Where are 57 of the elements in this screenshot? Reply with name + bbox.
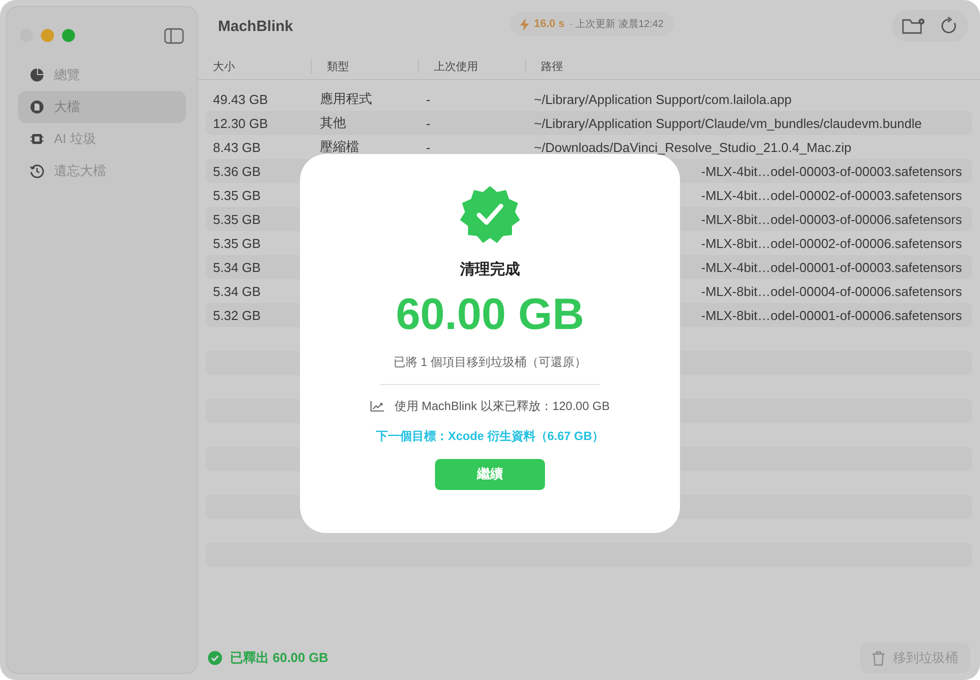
table-cell: ~/Downloads/DaVinci_Resolve_Studio_21.0.4_Mac.zip — [534, 140, 852, 154]
history-icon — [30, 164, 44, 178]
scan-duration: 16.0 s — [534, 18, 565, 30]
table-cell-text: 5.34 GB — [212, 260, 262, 274]
folder-gear-icon[interactable] — [902, 17, 926, 35]
table-cell: 應用程式 — [320, 91, 372, 106]
check-circle-icon — [208, 651, 222, 665]
column-header[interactable]: 大小 — [198, 58, 311, 74]
table-cell: ~/Library/Application Support/Claude/vm_bundles/claudevm.bundle — [534, 116, 922, 130]
table-cell-text: 49.43 GB — [212, 92, 269, 106]
trash-icon — [872, 650, 885, 666]
chip-icon — [30, 132, 44, 146]
verified-badge-icon — [460, 184, 520, 244]
table-cell: - — [426, 92, 430, 106]
table-cell-text: 5.35 GB — [212, 188, 262, 202]
table-cell-text: 5.36 GB — [212, 164, 262, 178]
table-cell: ~/Library/Application Support/com.lailola.app — [534, 92, 792, 106]
pie-chart-icon — [30, 68, 44, 82]
sidebar-item[interactable]: AI 垃圾 — [18, 123, 186, 155]
window-title: MachBlink — [218, 18, 294, 34]
freed-amount: 60.00 GB — [396, 289, 584, 341]
continue-button[interactable]: 繼續 — [435, 458, 545, 490]
dialog-title: 清理完成 — [460, 260, 520, 279]
column-header[interactable]: 上次使用 — [418, 58, 525, 74]
table-cell: -MLX-4bit…odel-00002-of-00003.safetensors — [701, 188, 962, 202]
last-updated: · 上次更新 凌晨12:42 — [570, 18, 664, 31]
sidebar-item[interactable]: 遺忘大檔 — [18, 155, 186, 187]
table-cell-text: 5.34 GB — [212, 284, 262, 298]
column-header[interactable]: 路徑 — [525, 58, 980, 74]
table-cell: -MLX-8bit…odel-00003-of-00006.safetensors — [701, 212, 962, 226]
freed-summary: 已釋出 60.00 GB — [230, 649, 328, 667]
table-cell-text: 12.30 GB — [212, 116, 269, 130]
table-cell: -MLX-4bit…odel-00001-of-00003.safetensors — [701, 260, 962, 274]
dialog-message: 已將 1 個項目移到垃圾桶（可還原） — [393, 354, 587, 371]
table-cell: -MLX-8bit…odel-00004-of-00006.safetensors — [701, 284, 962, 298]
trend-chart-icon — [370, 400, 384, 412]
table-cell-text: 5.35 GB — [212, 236, 262, 250]
lightning-icon — [520, 18, 529, 30]
table-cell: 壓縮檔 — [320, 139, 359, 154]
table-cell: -MLX-8bit…odel-00001-of-00006.safetensors — [701, 308, 962, 322]
table-cell: -MLX-4bit…odel-00003-of-00003.safetensors — [701, 164, 962, 178]
column-header[interactable]: 類型 — [311, 58, 418, 74]
sidebar-item[interactable]: 大檔 — [18, 91, 186, 123]
table-cell: - — [426, 116, 430, 130]
table-cell-text: 5.35 GB — [212, 212, 262, 226]
sidebar-toggle-icon[interactable] — [164, 28, 184, 44]
sidebar-item[interactable]: 總覽 — [18, 59, 186, 91]
refresh-icon[interactable] — [940, 17, 958, 35]
document-icon — [30, 100, 44, 114]
zoom-button[interactable] — [62, 29, 75, 42]
table-cell-text: 5.32 GB — [212, 308, 262, 322]
table-cell: 其他 — [320, 115, 346, 130]
table-cell: - — [426, 140, 430, 154]
table-cell: -MLX-8bit…odel-00002-of-00006.safetensors — [701, 236, 962, 250]
next-target-link[interactable]: 下一個目標：Xcode 衍生資料（6.67 GB） — [376, 428, 604, 445]
lifetime-total: 使用 MachBlink 以來已釋放：120.00 GB — [394, 398, 610, 415]
table-cell-text: 8.43 GB — [212, 140, 262, 154]
